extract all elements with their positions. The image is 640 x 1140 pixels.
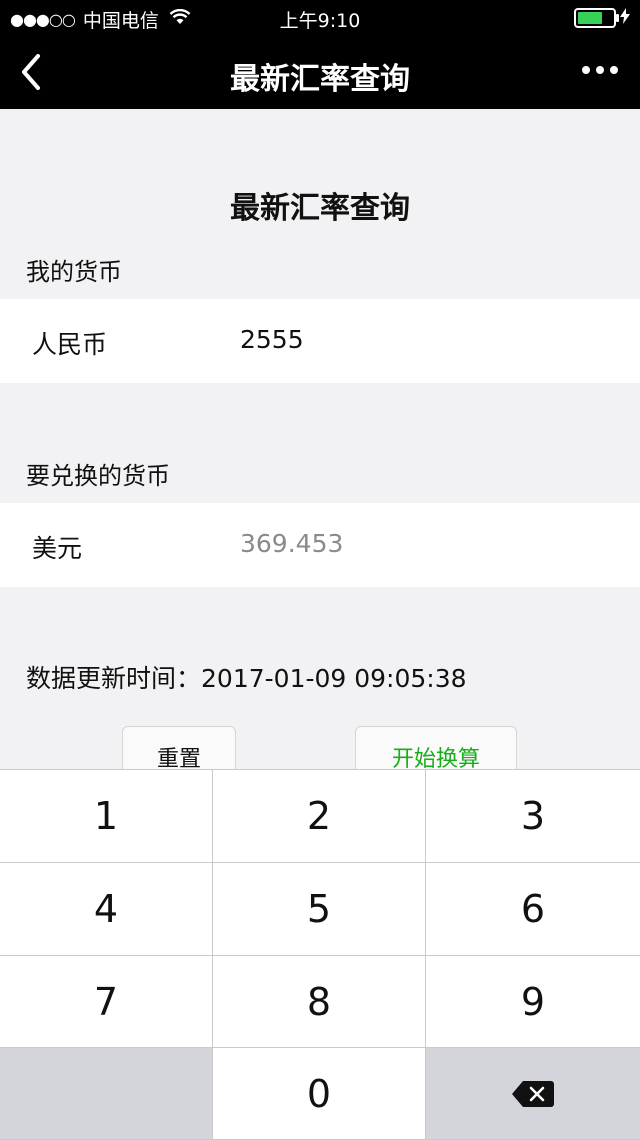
numeric-keypad: 1 2 3 4 5 6 7 8 9 0 <box>0 769 640 1140</box>
my-currency-row[interactable]: 人民币 <box>0 299 640 383</box>
backspace-icon <box>512 1080 554 1107</box>
delete-key[interactable] <box>426 1048 640 1139</box>
key-5[interactable]: 5 <box>213 863 425 955</box>
update-time-label: 数据更新时间： <box>26 664 202 693</box>
status-bar: ●●●○○ 中国电信 上午9:10 <box>0 0 640 36</box>
top-bar: ●●●○○ 中国电信 上午9:10 最新汇率查询 <box>0 0 640 109</box>
target-currency-row[interactable]: 美元 <box>0 503 640 587</box>
more-dots-icon <box>582 66 618 74</box>
my-currency-amount-input[interactable] <box>240 319 620 359</box>
key-2[interactable]: 2 <box>213 770 425 862</box>
key-8[interactable]: 8 <box>213 956 425 1047</box>
battery-icon <box>574 8 619 28</box>
update-time-value: 2017-01-09 09:05:38 <box>201 664 467 693</box>
my-currency-name: 人民币 <box>32 330 108 359</box>
key-3[interactable]: 3 <box>426 770 640 862</box>
target-currency-amount-field <box>240 523 620 563</box>
key-1[interactable]: 1 <box>0 770 212 862</box>
nav-title: 最新汇率查询 <box>230 62 410 97</box>
status-right <box>574 8 630 28</box>
key-6[interactable]: 6 <box>426 863 640 955</box>
more-options-button[interactable] <box>580 50 620 98</box>
key-7[interactable]: 7 <box>0 956 212 1047</box>
navigation-bar: 最新汇率查询 <box>0 36 640 109</box>
my-currency-label: 我的货币 <box>26 258 122 286</box>
key-blank <box>0 1048 212 1139</box>
key-4[interactable]: 4 <box>0 863 212 955</box>
target-currency-name: 美元 <box>32 534 83 563</box>
main-content: 最新汇率查询 我的货币 人民币 要兑换的货币 美元 数据更新时间：2017-01… <box>0 109 640 776</box>
page-title: 最新汇率查询 <box>230 191 410 226</box>
update-time-text: 数据更新时间：2017-01-09 09:05:38 <box>26 659 467 695</box>
target-currency-label: 要兑换的货币 <box>26 462 170 490</box>
status-time: 上午9:10 <box>279 10 361 32</box>
key-0[interactable]: 0 <box>213 1048 425 1139</box>
charging-icon <box>620 8 630 28</box>
key-9[interactable]: 9 <box>426 956 640 1047</box>
